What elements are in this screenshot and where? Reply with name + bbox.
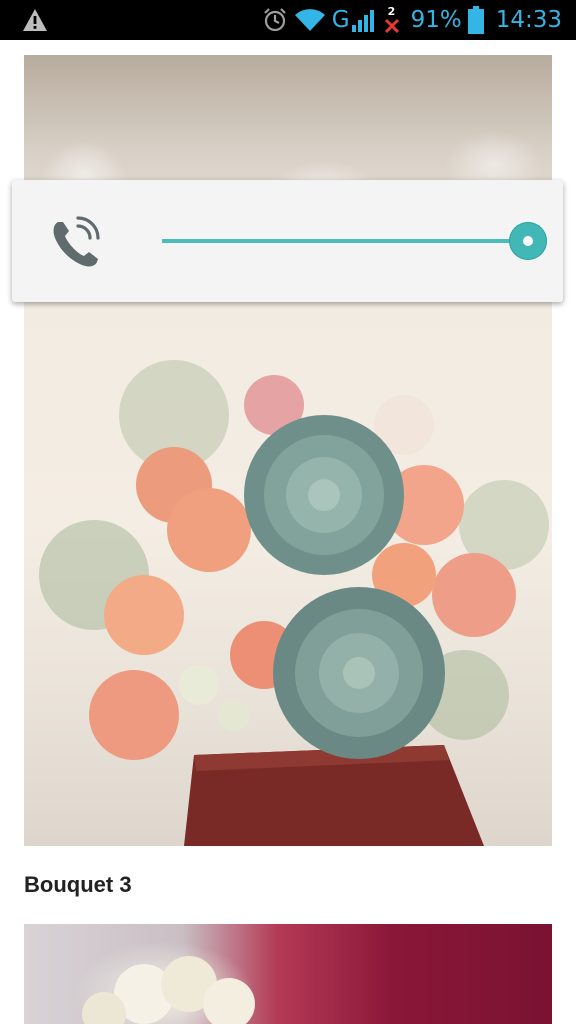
wifi-icon [294,7,326,33]
bouquet-photo[interactable] [24,55,552,846]
volume-panel [12,180,563,302]
signal-icon [351,7,377,33]
call-volume-slider[interactable] [162,222,547,260]
bouquet-photo-next[interactable] [24,924,552,1024]
status-bar: G 2 91% 14:33 [0,0,576,40]
battery-percent: 91% [410,7,462,33]
slider-fill [162,239,528,243]
clock: 14:33 [495,7,562,33]
battery-icon [467,6,484,34]
network-type-label: G [331,7,350,33]
status-icons: G 2 91% 14:33 [256,0,562,40]
call-volume-icon[interactable] [48,214,104,270]
alarm-icon [262,7,288,33]
slider-thumb[interactable] [509,222,547,260]
bouquet-illustration [39,360,549,846]
sim2-no-signal-icon: 2 [383,3,401,37]
bouquet-illustration-next [82,956,255,1024]
slider-thumb-dot [523,236,533,246]
photo-caption: Bouquet 3 [24,872,132,897]
warning-icon [23,9,47,31]
